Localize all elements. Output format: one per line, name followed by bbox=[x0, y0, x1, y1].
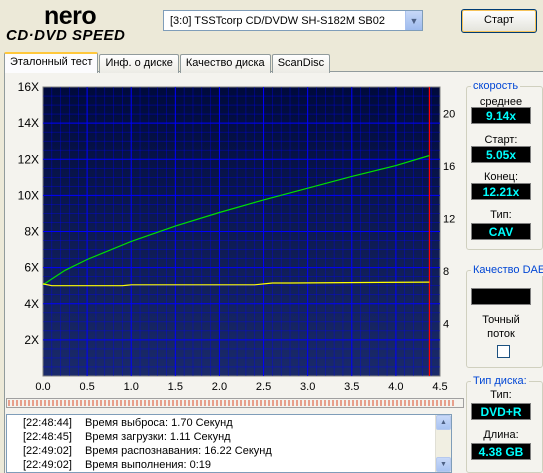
accurate-stream-checkbox[interactable] bbox=[497, 345, 510, 358]
log-time: [22:48:45] bbox=[23, 431, 72, 443]
log-scrollbar[interactable]: ▲ ▼ bbox=[435, 415, 451, 472]
speed-type-value: CAV bbox=[471, 223, 531, 240]
y2-tick-label: 8 bbox=[443, 266, 449, 278]
y-tick-label: 16X bbox=[18, 80, 39, 94]
speed-type-label: Тип: bbox=[490, 209, 512, 221]
x-tick-label: 3.0 bbox=[300, 381, 315, 393]
speed-group-title: скорость bbox=[471, 80, 521, 92]
disc-type-label: Тип: bbox=[490, 389, 512, 401]
x-tick-label: 4.0 bbox=[388, 381, 403, 393]
scroll-up-icon[interactable]: ▲ bbox=[436, 415, 451, 430]
y-tick-label: 12X bbox=[18, 152, 39, 166]
disc-type-value: DVD+R bbox=[471, 403, 531, 420]
y2-tick-label: 16 bbox=[443, 161, 455, 173]
log-time: [22:48:44] bbox=[23, 417, 72, 429]
x-axis-ticks: 0.0 0.5 1.0 1.5 2.0 2.5 3.0 3.5 4.0 4.5 bbox=[35, 381, 447, 393]
log-message: Время выполнения: 0:19 bbox=[85, 459, 212, 471]
dae-quality-title: Качество DAE bbox=[471, 264, 543, 276]
speed-end-label: Конец: bbox=[483, 171, 519, 183]
log-message: Время распознавания: 16.22 Секунд bbox=[85, 445, 272, 457]
y-tick-label: 6X bbox=[24, 261, 39, 275]
speed-start-label: Старт: bbox=[484, 134, 518, 146]
scroll-down-icon[interactable]: ▼ bbox=[436, 457, 451, 472]
y2-tick-label: 20 bbox=[443, 108, 455, 120]
y-tick-label: 8X bbox=[24, 225, 39, 239]
disc-length-label: Длина: bbox=[483, 429, 519, 441]
x-tick-label: 4.5 bbox=[432, 381, 447, 393]
log-time: [22:49:02] bbox=[23, 459, 72, 471]
x-tick-label: 3.5 bbox=[344, 381, 359, 393]
progress-bar bbox=[6, 398, 464, 408]
dae-quality-value bbox=[471, 288, 531, 305]
y2-axis-ticks: 4 8 12 16 20 bbox=[443, 108, 455, 330]
tab-benchmark[interactable]: Эталонный тест bbox=[4, 52, 99, 73]
progress-fill bbox=[8, 400, 455, 406]
y-axis-ticks: 2X 4X 6X 8X 10X 12X 14X 16X bbox=[18, 80, 39, 347]
y2-tick-label: 4 bbox=[443, 318, 449, 330]
speed-start-value: 5.05x bbox=[471, 146, 531, 163]
x-tick-label: 1.0 bbox=[124, 381, 139, 393]
log-message: Время загрузки: 1.11 Секунд bbox=[85, 431, 231, 443]
y-tick-label: 14X bbox=[18, 116, 39, 130]
speed-average-value: 9.14x bbox=[471, 107, 531, 124]
x-tick-label: 1.5 bbox=[168, 381, 183, 393]
y-tick-label: 4X bbox=[24, 297, 39, 311]
x-tick-label: 2.0 bbox=[212, 381, 227, 393]
y-tick-label: 2X bbox=[24, 333, 39, 347]
log-list: [22:48:44] Время выброса: 1.70 Секунд [2… bbox=[6, 414, 452, 473]
y-tick-label: 10X bbox=[18, 188, 39, 202]
disc-type-title: Тип диска: bbox=[471, 375, 529, 387]
log-message: Время выброса: 1.70 Секунд bbox=[85, 417, 233, 429]
x-tick-label: 0.0 bbox=[35, 381, 50, 393]
y2-tick-label: 12 bbox=[443, 213, 455, 225]
accurate-stream-label-2: поток bbox=[487, 328, 515, 340]
x-tick-label: 0.5 bbox=[79, 381, 94, 393]
accurate-stream-label-1: Точный bbox=[482, 314, 520, 326]
x-tick-label: 2.5 bbox=[256, 381, 271, 393]
disc-length-value: 4.38 GB bbox=[471, 443, 531, 460]
speed-end-value: 12.21x bbox=[471, 183, 531, 200]
log-time: [22:49:02] bbox=[23, 445, 72, 457]
